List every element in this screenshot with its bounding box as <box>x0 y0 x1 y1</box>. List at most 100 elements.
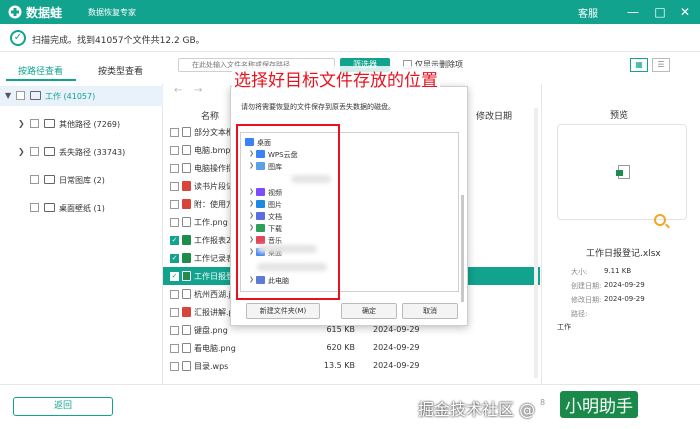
file-name: 看电脑.png <box>194 344 236 353</box>
row-checkbox[interactable] <box>170 164 179 173</box>
file-type-icon <box>182 361 191 371</box>
row-checkbox[interactable] <box>170 218 179 227</box>
annotation-text: 选择好目标文件存放的位置 <box>232 66 440 91</box>
folder-icon <box>44 147 55 156</box>
row-checkbox[interactable]: ✓ <box>170 236 179 245</box>
tree-checkbox[interactable] <box>30 147 39 156</box>
tree-checkbox[interactable] <box>16 91 25 100</box>
table-row[interactable]: 目录.wps 13.5 KB 2024-09-29 <box>163 357 540 375</box>
expand-icon[interactable]: ❯ <box>18 147 25 156</box>
preview-path-key: 路径: <box>571 310 588 318</box>
row-checkbox[interactable] <box>170 326 179 335</box>
file-name: 电脑.bmp <box>194 146 231 155</box>
file-date: 2024-09-29 <box>373 343 420 352</box>
check-circle-icon: ✓ <box>10 30 26 46</box>
customer-service-link[interactable]: 客服 <box>578 5 598 20</box>
folder-icon <box>44 119 55 128</box>
new-folder-button[interactable]: 新建文件夹(M) <box>246 303 320 319</box>
file-type-icon <box>182 163 191 173</box>
preview-panel: 预览 工作日报登记.xlsx 大小: 9.11 KB 创建日期: 2024-09… <box>541 84 700 384</box>
tree-node-wallpaper[interactable]: 桌面壁纸 (1) <box>0 198 163 218</box>
file-name: 目录.wps <box>194 362 229 371</box>
title-bar: 数据蛙 数据恢复专家 客服 — □ ✕ <box>0 0 700 24</box>
row-checkbox[interactable] <box>170 344 179 353</box>
preview-path-value: 工作 <box>557 323 571 331</box>
row-checkbox[interactable] <box>170 128 179 137</box>
file-list-scrollbar[interactable] <box>534 108 538 378</box>
file-date: 2024-09-29 <box>373 325 420 334</box>
file-type-icon <box>182 145 191 155</box>
row-checkbox[interactable] <box>170 146 179 155</box>
preview-modified-key: 修改日期: <box>571 296 602 304</box>
tree-node-daily-gallery[interactable]: 日常图库 (2) <box>0 170 163 190</box>
file-type-icon <box>182 271 191 281</box>
preview-created-value: 2024-09-29 <box>604 281 645 289</box>
file-name: 部分文本框 <box>194 128 234 137</box>
file-type-icon <box>182 235 191 245</box>
file-type-icon <box>182 289 191 299</box>
watermark-name: 小明助手 <box>560 391 638 418</box>
back-arrow-icon[interactable]: ← <box>174 85 182 96</box>
minimize-icon[interactable]: — <box>624 3 642 21</box>
tree-checkbox[interactable] <box>30 175 39 184</box>
list-view-icon[interactable]: ☰ <box>652 58 670 72</box>
tree-node-label: 桌面壁纸 (1) <box>59 204 105 213</box>
tree-node-label: 丢失路径 (33743) <box>59 148 126 157</box>
tab-by-type[interactable]: 按类型查看 <box>98 64 143 77</box>
file-name: 汇报讲解.p <box>194 308 234 317</box>
file-size: 13.5 KB <box>323 361 355 370</box>
tree-node-label: 其他路径 (7269) <box>59 120 121 129</box>
tree-node-label: 日常图库 (2) <box>59 176 105 185</box>
folder-icon <box>44 203 55 212</box>
tree-node-label: 工作 (41057) <box>45 92 96 101</box>
preview-title: 预览 <box>610 111 629 121</box>
preview-size-key: 大小: <box>571 268 588 276</box>
file-name: 读书片段记 <box>194 182 234 191</box>
tree-node-work[interactable]: ▼ 工作 (41057) <box>0 86 163 106</box>
folder-browser-scrollbar[interactable] <box>461 195 464 302</box>
tab-by-path[interactable]: 按路径查看 <box>18 64 63 77</box>
row-checkbox[interactable] <box>170 362 179 371</box>
preview-size-value: 9.11 KB <box>604 267 632 275</box>
view-tabs: 按路径查看 按类型查看 <box>0 55 163 81</box>
folder-tree: ▼ 工作 (41057) ❯ 其他路径 (7269) ❯ 丢失路径 (33743… <box>0 84 163 384</box>
column-name[interactable]: 名称 <box>201 109 219 122</box>
ok-button[interactable]: 确定 <box>341 303 397 319</box>
column-modified[interactable]: 修改日期 <box>476 109 512 122</box>
close-icon[interactable]: ✕ <box>676 3 694 21</box>
scan-status-text: 扫描完成。找到41057个文件共12.2 GB。 <box>32 36 205 46</box>
file-name: 工作报表2 <box>194 236 232 245</box>
row-checkbox[interactable]: ✓ <box>170 272 179 281</box>
collapse-icon[interactable]: ▼ <box>5 91 11 100</box>
grid-view-icon[interactable]: ▦ <box>630 58 648 72</box>
row-checkbox[interactable] <box>170 200 179 209</box>
table-row[interactable]: 看电脑.png 620 KB 2024-09-29 <box>163 339 540 357</box>
maximize-icon[interactable]: □ <box>651 3 669 21</box>
back-button[interactable]: 返回 <box>13 397 113 416</box>
annotation-highlight-box <box>236 124 340 300</box>
row-checkbox[interactable]: ✓ <box>170 254 179 263</box>
file-name: 附：使用方 <box>194 200 234 209</box>
footer-bar: 返回 掘金技术社区 @ 8 小明助手 <box>0 384 700 429</box>
forward-arrow-icon[interactable]: → <box>194 85 202 96</box>
tree-node-other-paths[interactable]: ❯ 其他路径 (7269) <box>0 114 163 134</box>
row-checkbox[interactable] <box>170 308 179 317</box>
tree-node-lost-paths[interactable]: ❯ 丢失路径 (33743) <box>0 142 163 162</box>
app-brand: 数据蛙 <box>26 6 63 20</box>
app-subtitle: 数据恢复专家 <box>88 8 136 17</box>
active-tab-indicator <box>6 79 76 81</box>
file-name: 杭州西湖.j <box>194 290 231 299</box>
cancel-button[interactable]: 取消 <box>402 303 458 319</box>
scan-status-bar: ✓ 扫描完成。找到41057个文件共12.2 GB。 <box>0 24 700 52</box>
file-type-icon <box>182 343 191 353</box>
excel-file-icon <box>616 165 630 179</box>
row-checkbox[interactable] <box>170 182 179 191</box>
tree-checkbox[interactable] <box>30 203 39 212</box>
watermark-text: 掘金技术社区 @ <box>418 400 536 419</box>
expand-icon[interactable]: ❯ <box>18 119 25 128</box>
row-checkbox[interactable] <box>170 290 179 299</box>
file-name: 工作.png <box>194 218 228 227</box>
zoom-magnifier-icon[interactable] <box>654 214 666 226</box>
tree-checkbox[interactable] <box>30 119 39 128</box>
file-type-icon <box>182 307 191 317</box>
